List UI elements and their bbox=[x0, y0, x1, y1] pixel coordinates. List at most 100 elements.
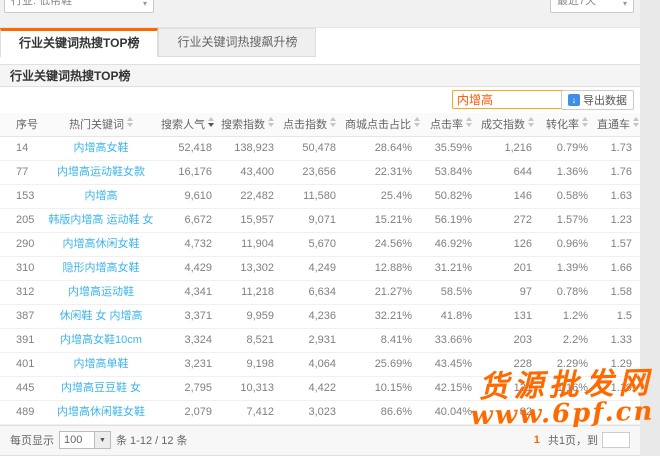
industry-select[interactable]: 行业: 低帮鞋 ▾ bbox=[4, 0, 154, 13]
col-header-search-index[interactable]: 搜索指数 bbox=[220, 113, 282, 136]
keyword-link[interactable]: 内增高 bbox=[42, 184, 160, 208]
conversion-rate-cell: 0.78% bbox=[540, 280, 596, 304]
keyword-link[interactable]: 内增高休闲女鞋 bbox=[42, 232, 160, 256]
tab-hot-search-top[interactable]: 行业关键词热搜TOP榜 bbox=[0, 28, 158, 57]
chevron-down-icon: ▾ bbox=[143, 0, 147, 8]
keyword-search-input[interactable] bbox=[452, 90, 572, 109]
sort-icon[interactable] bbox=[330, 117, 336, 127]
conversion-rate-cell: 1.57% bbox=[540, 208, 596, 232]
keyword-link[interactable]: 内增高单鞋 bbox=[42, 352, 160, 376]
search-popularity-cell: 52,418 bbox=[160, 136, 220, 160]
keyword-link[interactable]: 内增高运动鞋 bbox=[42, 280, 160, 304]
direct-train-cell: 1.23 bbox=[596, 208, 640, 232]
direct-train-cell bbox=[596, 400, 640, 424]
direct-train-cell: 1.19 bbox=[596, 376, 640, 400]
search-popularity-cell: 4,732 bbox=[160, 232, 220, 256]
search-popularity-cell: 3,231 bbox=[160, 352, 220, 376]
rank-cell: 153 bbox=[0, 184, 42, 208]
col-header-deal-index[interactable]: 成交指数 bbox=[480, 113, 540, 136]
keyword-link[interactable]: 内增高女鞋10cm bbox=[42, 328, 160, 352]
deal-index-cell: 146 bbox=[480, 184, 540, 208]
rank-cell: 401 bbox=[0, 352, 42, 376]
click-rate-cell: 46.92% bbox=[420, 232, 480, 256]
search-index-cell: 9,959 bbox=[220, 304, 282, 328]
mall-click-ratio-cell: 25.69% bbox=[344, 352, 420, 376]
export-data-button[interactable]: ↓ 导出数据 bbox=[561, 90, 634, 110]
goto-page-input[interactable] bbox=[602, 432, 630, 448]
click-index-cell: 23,656 bbox=[282, 160, 344, 184]
sort-icon[interactable] bbox=[633, 117, 639, 127]
table-row: 489 内增高休闲鞋女鞋 2,079 7,412 3,023 86.6% 40.… bbox=[0, 400, 640, 424]
date-range-select[interactable]: 最近7天 ▾ bbox=[550, 0, 634, 13]
tab-hot-search-rising[interactable]: 行业关键词热搜飙升榜 bbox=[158, 28, 316, 57]
keywords-table: 序号 热门关键词 搜索人气 搜索指数 点击指数 商城点击占比 bbox=[0, 113, 640, 425]
direct-train-cell: 1.33 bbox=[596, 328, 640, 352]
top-toolbar: 行业: 低帮鞋 ▾ 最近7天 ▾ bbox=[0, 0, 640, 28]
deal-index-cell: 272 bbox=[480, 208, 540, 232]
click-index-cell: 11,580 bbox=[282, 184, 344, 208]
search-index-cell: 11,904 bbox=[220, 232, 282, 256]
search-popularity-cell: 3,324 bbox=[160, 328, 220, 352]
direct-train-cell: 1.73 bbox=[596, 136, 640, 160]
sort-icon-active[interactable] bbox=[208, 117, 214, 127]
row-count-text: 条 1-12 / 12 条 bbox=[116, 432, 188, 448]
search-index-cell: 10,313 bbox=[220, 376, 282, 400]
direct-train-cell: 1.57 bbox=[596, 232, 640, 256]
keyword-link[interactable]: 内增高休闲鞋女鞋 bbox=[42, 400, 160, 424]
search-index-cell: 43,400 bbox=[220, 160, 282, 184]
deal-index-cell: 97 bbox=[480, 280, 540, 304]
table-row: 445 内增高豆豆鞋 女 2,795 10,313 4,422 10.15% 4… bbox=[0, 376, 640, 400]
conversion-rate-cell: 1.36% bbox=[540, 160, 596, 184]
panel-controls: ↓ 导出数据 bbox=[0, 87, 640, 113]
search-index-cell: 15,957 bbox=[220, 208, 282, 232]
table-row: 205 韩版内增高 运动鞋 女 6,672 15,957 9,071 15.21… bbox=[0, 208, 640, 232]
col-header-mall-click-ratio[interactable]: 商城点击占比 bbox=[344, 113, 420, 136]
per-page-select[interactable]: 100 ▼ bbox=[59, 431, 111, 449]
sort-icon[interactable] bbox=[582, 117, 588, 127]
panel-title: 行业关键词热搜TOP榜 bbox=[0, 65, 640, 87]
sort-icon[interactable] bbox=[414, 117, 420, 127]
date-range-label: 最近7天 bbox=[557, 0, 596, 8]
click-index-cell: 3,023 bbox=[282, 400, 344, 424]
rank-cell: 312 bbox=[0, 280, 42, 304]
direct-train-cell: 1.76 bbox=[596, 160, 640, 184]
keyword-link[interactable]: 内增高女鞋 bbox=[42, 136, 160, 160]
sort-icon[interactable] bbox=[528, 117, 534, 127]
current-page-number[interactable]: 1 bbox=[534, 434, 540, 446]
sort-icon[interactable] bbox=[127, 117, 133, 127]
select-arrow-icon[interactable]: ▼ bbox=[95, 431, 111, 449]
click-index-cell: 5,670 bbox=[282, 232, 344, 256]
table-row: 14 内增高女鞋 52,418 138,923 50,478 28.64% 35… bbox=[0, 136, 640, 160]
search-index-cell: 13,302 bbox=[220, 256, 282, 280]
click-rate-cell: 40.04% bbox=[420, 400, 480, 424]
chevron-down-icon: ▾ bbox=[623, 0, 627, 8]
search-index-cell: 9,198 bbox=[220, 352, 282, 376]
rank-cell: 77 bbox=[0, 160, 42, 184]
col-header-conversion-rate[interactable]: 转化率 bbox=[540, 113, 596, 136]
col-header-click-index[interactable]: 点击指数 bbox=[282, 113, 344, 136]
sort-icon[interactable] bbox=[268, 117, 274, 127]
col-header-direct-train[interactable]: 直通车 bbox=[596, 113, 640, 136]
direct-train-cell: 1.66 bbox=[596, 256, 640, 280]
col-header-keyword[interactable]: 热门关键词 bbox=[42, 113, 160, 136]
mall-click-ratio-cell: 25.4% bbox=[344, 184, 420, 208]
search-popularity-cell: 3,371 bbox=[160, 304, 220, 328]
search-index-cell: 22,482 bbox=[220, 184, 282, 208]
keyword-link[interactable]: 韩版内增高 运动鞋 女 bbox=[42, 208, 160, 232]
deal-index-cell: 203 bbox=[480, 328, 540, 352]
click-rate-cell: 53.84% bbox=[420, 160, 480, 184]
page-info-text: 共1页，到 bbox=[548, 432, 598, 448]
col-header-click-rate[interactable]: 点击率 bbox=[420, 113, 480, 136]
click-rate-cell: 42.15% bbox=[420, 376, 480, 400]
search-index-cell: 138,923 bbox=[220, 136, 282, 160]
table-row: 312 内增高运动鞋 4,341 11,218 6,634 21.27% 58.… bbox=[0, 280, 640, 304]
keyword-link[interactable]: 内增高运动鞋女款 bbox=[42, 160, 160, 184]
keyword-link[interactable]: 内增高豆豆鞋 女 bbox=[42, 376, 160, 400]
mall-click-ratio-cell: 10.15% bbox=[344, 376, 420, 400]
keyword-link[interactable]: 隐形内增高女鞋 bbox=[42, 256, 160, 280]
col-header-rank: 序号 bbox=[0, 113, 42, 136]
col-header-search-popularity[interactable]: 搜索人气 bbox=[160, 113, 220, 136]
click-index-cell: 4,236 bbox=[282, 304, 344, 328]
sort-icon[interactable] bbox=[466, 117, 472, 127]
keyword-link[interactable]: 休闲鞋 女 内增高 bbox=[42, 304, 160, 328]
